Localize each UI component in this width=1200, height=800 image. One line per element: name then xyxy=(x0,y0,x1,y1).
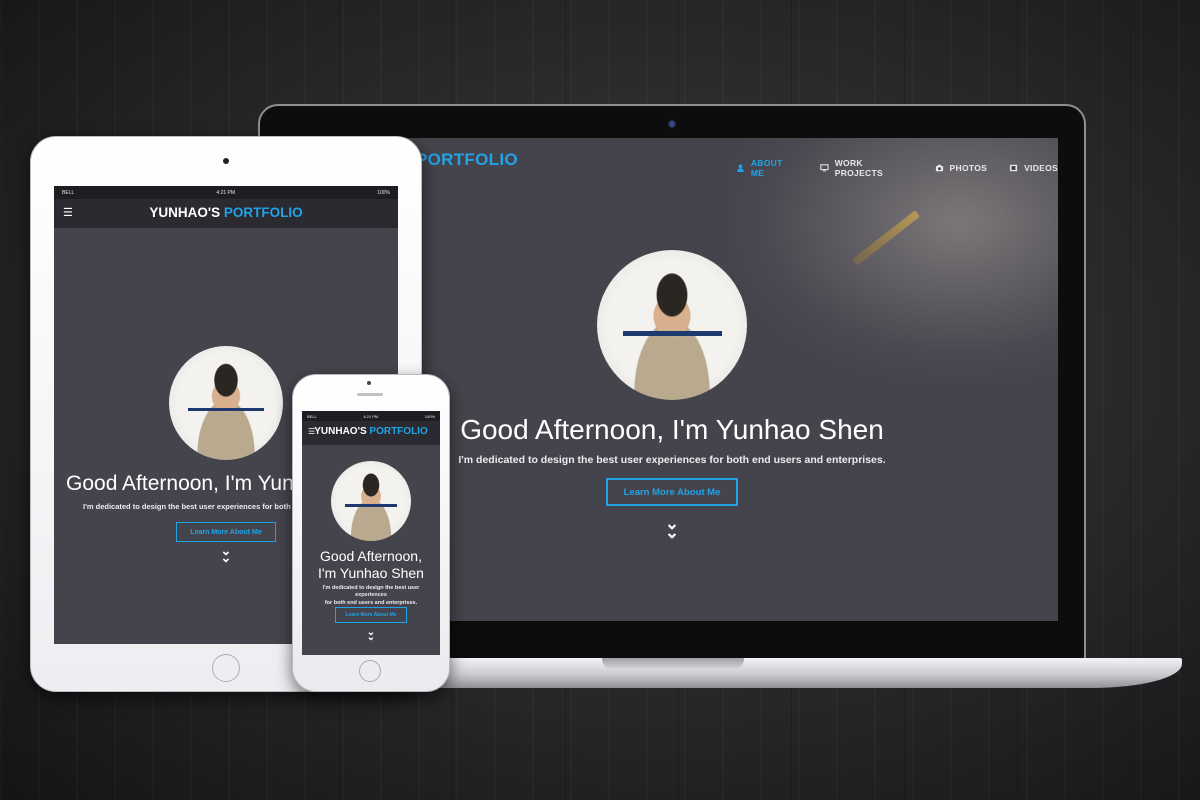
film-icon xyxy=(1009,164,1018,172)
user-icon xyxy=(737,164,744,172)
profile-photo xyxy=(331,461,411,541)
nav-item-label: VIDEOS xyxy=(1024,163,1058,173)
brand-highlight: PORTFOLIO xyxy=(223,205,303,220)
brand-logo[interactable]: YUNHAO'S PORTFOLIO xyxy=(302,426,440,437)
clock: 4:21 PM xyxy=(216,189,236,196)
learn-more-button[interactable]: Learn More About Me xyxy=(176,522,276,542)
learn-more-button[interactable]: Learn More About Me xyxy=(335,607,407,623)
status-bar: BELL 4:21 PM 100% xyxy=(302,411,440,421)
laptop-notch xyxy=(602,658,744,669)
phone-screen: BELL 4:21 PM 100% ☰ YUNHAO'S PORTFOLIO G… xyxy=(302,411,440,655)
clock: 4:21 PM xyxy=(363,413,379,419)
phone-home-button xyxy=(359,660,381,682)
double-chevron-down-icon[interactable]: ⌄ ⌄ xyxy=(216,544,236,564)
monitor-icon xyxy=(820,164,829,172)
tablet-home-button xyxy=(212,654,240,682)
battery-label: 100% xyxy=(377,189,390,196)
brand-logo[interactable]: YUNHAO'S PORTFOLIO xyxy=(54,205,398,220)
profile-photo xyxy=(597,250,747,400)
tablet-appbar: ☰ YUNHAO'S PORTFOLIO xyxy=(54,199,398,228)
status-bar: BELL 4:21 PM 100% xyxy=(54,186,398,199)
nav-item-photos[interactable]: PHOTOS xyxy=(935,158,988,178)
hero-heading-line: Good Afternoon, xyxy=(320,548,422,564)
double-chevron-down-icon[interactable]: ⌄ ⌄ xyxy=(361,628,381,643)
tablet-camera xyxy=(223,158,229,164)
nav-item-label: PHOTOS xyxy=(949,163,988,173)
double-chevron-down-icon[interactable]: ⌄ ⌄ xyxy=(660,515,684,541)
nav-item-label: ABOUT ME xyxy=(750,158,783,178)
nav-item-label: WORK PROJECTS xyxy=(834,158,883,178)
phone-camera xyxy=(367,381,371,385)
brand-logo[interactable]: PORTFOLIO xyxy=(416,150,518,170)
carrier-label: BELL xyxy=(62,189,75,196)
laptop-camera xyxy=(667,119,677,129)
nav-item-videos[interactable]: VIDEOS xyxy=(1009,158,1058,178)
hero-heading-line: I'm Yunhao Shen xyxy=(318,564,424,581)
brand-name: YUNHAO'S xyxy=(149,205,221,220)
brand-name: YUNHAO'S xyxy=(314,426,367,437)
phone-appbar: ☰ YUNHAO'S PORTFOLIO xyxy=(302,421,440,445)
hero-subheading: I'm dedicated to design the best user ex… xyxy=(308,585,434,607)
nav-item-about-me[interactable]: ABOUT ME xyxy=(736,158,798,178)
brand-highlight: PORTFOLIO xyxy=(369,426,428,437)
battery-label: 100% xyxy=(424,413,435,419)
phone-speaker xyxy=(357,393,383,396)
hero-heading: Good Afternoon, I'm Yunhao Shen xyxy=(302,548,440,582)
nav-item-work-projects[interactable]: WORK PROJECTS xyxy=(820,158,913,178)
hero-subheading-line: I'm dedicated to design the best user ex… xyxy=(322,585,420,599)
profile-photo xyxy=(169,346,283,460)
learn-more-button[interactable]: Learn More About Me xyxy=(606,478,738,506)
nav-menu: ABOUT ME WORK PROJECTS PHOTOS VIDEOS xyxy=(736,158,1058,178)
camera-icon xyxy=(935,164,943,172)
carrier-label: BELL xyxy=(307,413,317,419)
